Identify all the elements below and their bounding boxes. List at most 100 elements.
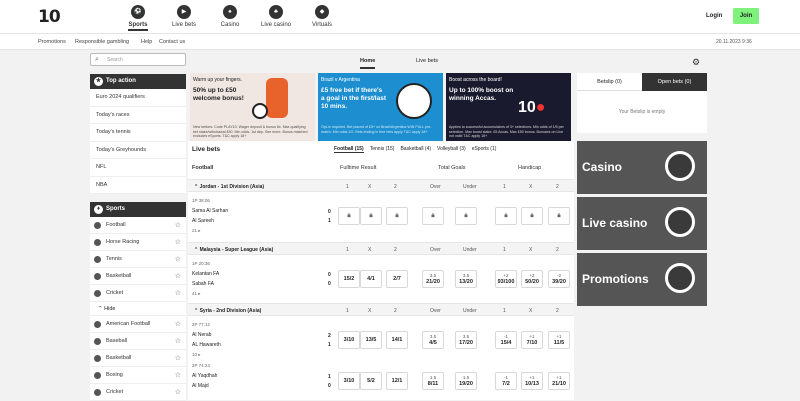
- odds-value: 7/2: [502, 381, 510, 387]
- odds-button[interactable]: +1 7/10: [521, 331, 543, 349]
- sport-item-basketball[interactable]: Basketball ☆: [90, 268, 186, 285]
- promo-promotions[interactable]: Promotions: [577, 253, 707, 306]
- star-icon[interactable]: ☆: [175, 234, 181, 251]
- odds-button[interactable]: 12/1: [386, 372, 408, 390]
- star-icon[interactable]: ☆: [175, 384, 181, 401]
- odds-button[interactable]: +2 50/20: [521, 270, 543, 288]
- star-icon[interactable]: ☆: [175, 217, 181, 234]
- sport-item-baseball[interactable]: Baseball ☆: [90, 333, 186, 350]
- competition-header[interactable]: ⌃ Jordan - 1st Division (Asia) 1 X 2 Over Und…: [188, 179, 574, 192]
- sport-item-basketball-2[interactable]: Basketball ☆: [90, 350, 186, 367]
- banner-welcome-bonus[interactable]: Warm up your fingers. 50% up to £50 welc…: [190, 73, 315, 141]
- sport-item-horse-racing[interactable]: Horse Racing ☆: [90, 234, 186, 251]
- odds-button[interactable]: 2/7: [386, 270, 408, 288]
- tab-betslip[interactable]: Betslip (0): [577, 73, 642, 91]
- odds-column-head: 1: [503, 184, 506, 190]
- tab-open-bets[interactable]: Open bets (0): [642, 73, 707, 91]
- sport-item-football[interactable]: Football ☆: [90, 217, 186, 234]
- top-action-item[interactable]: Today's races: [90, 107, 186, 124]
- nav-casino[interactable]: ♠ Casino: [207, 3, 253, 28]
- odds-button[interactable]: 13/5: [360, 331, 382, 349]
- odds-button[interactable]: 🔒︎: [455, 207, 477, 225]
- competition-header[interactable]: ⌃ Malaysia - Super League (Asia) 1 X 2 Over U…: [188, 242, 574, 255]
- star-icon[interactable]: ☆: [175, 251, 181, 268]
- link-contact[interactable]: Contact us: [159, 39, 185, 45]
- odds-button[interactable]: 5/2: [360, 372, 382, 390]
- join-button[interactable]: Join: [733, 8, 759, 24]
- star-icon[interactable]: ☆: [175, 333, 181, 350]
- odds-button[interactable]: +1 11/5: [548, 331, 570, 349]
- tab-volleyball[interactable]: Volleyball (3): [437, 146, 466, 153]
- sport-item-cricket-2[interactable]: Cricket ☆: [90, 384, 186, 401]
- top-action-item[interactable]: NFL: [90, 159, 186, 177]
- promo-live-casino[interactable]: Live casino: [577, 197, 707, 250]
- nav-live-casino[interactable]: ♣ Live casino: [253, 3, 299, 28]
- odds-button[interactable]: 3/10: [338, 372, 360, 390]
- nav-virtuals[interactable]: ◆ Virtuals: [299, 3, 345, 28]
- casino-icon: ♠: [223, 5, 237, 19]
- odds-button[interactable]: 3/10: [338, 331, 360, 349]
- star-icon[interactable]: ☆: [175, 268, 181, 285]
- tab-football[interactable]: Football (15): [334, 146, 364, 153]
- odds-button[interactable]: 🔒︎: [521, 207, 543, 225]
- odds-button[interactable]: 🔒︎: [548, 207, 570, 225]
- odds-button[interactable]: 🔒︎: [422, 207, 444, 225]
- star-icon[interactable]: ☆: [175, 367, 181, 384]
- competition-header[interactable]: ⌃ Syria - 2nd Division (Asia) 1 X 2 Over Unde…: [188, 303, 574, 316]
- odds-button[interactable]: 3.5 13/20: [455, 270, 477, 288]
- search-input[interactable]: ⌕ Search: [90, 53, 186, 66]
- banner-free-bet[interactable]: Brazil v Argentina £5 free bet if there'…: [318, 73, 443, 141]
- login-link[interactable]: Login: [706, 13, 722, 19]
- brand-logo[interactable]: 10: [38, 7, 66, 27]
- odds-button[interactable]: 3.5 4/5: [422, 331, 444, 349]
- tab-tennis[interactable]: Tennis (15): [370, 146, 395, 153]
- top-action-item[interactable]: NBA: [90, 177, 186, 194]
- home-score: 2: [328, 333, 331, 339]
- odds-button[interactable]: 🔒︎: [338, 207, 360, 225]
- gear-icon[interactable]: ⚙: [692, 57, 700, 68]
- star-icon[interactable]: ☆: [175, 316, 181, 333]
- link-help[interactable]: Help: [141, 39, 152, 45]
- odds-button[interactable]: 3.5 21/20: [422, 270, 444, 288]
- link-promotions[interactable]: Promotions: [38, 39, 66, 45]
- sport-item-cricket[interactable]: Cricket ☆: [90, 285, 186, 302]
- odds-button[interactable]: 🔒︎: [360, 207, 382, 225]
- odds-button[interactable]: 15/2: [338, 270, 360, 288]
- tab-esports[interactable]: eSports (1): [472, 146, 497, 153]
- top-action-item[interactable]: Euro 2024 qualifiers: [90, 89, 186, 107]
- odds-button[interactable]: 🔒︎: [386, 207, 408, 225]
- odds-button[interactable]: +2 93/100: [495, 270, 517, 288]
- sport-item-american-football[interactable]: American Football ☆: [90, 316, 186, 333]
- banner-acca-boost[interactable]: Boost across the board! Up to 100% boost…: [446, 73, 571, 141]
- odds-button[interactable]: 4/1: [360, 270, 382, 288]
- odds-button[interactable]: 14/1: [386, 331, 408, 349]
- search-icon: ⌕: [95, 56, 99, 63]
- star-icon[interactable]: ☆: [175, 285, 181, 302]
- odds-value: 7/10: [526, 340, 538, 346]
- tab-basketball[interactable]: Basketball (4): [400, 146, 431, 153]
- odds-button[interactable]: -2 39/20: [548, 270, 570, 288]
- odds-button[interactable]: 1.5 19/20: [455, 372, 477, 390]
- match-clock: 2P 74:24: [192, 363, 210, 368]
- hide-toggle[interactable]: ⌃ Hide: [90, 302, 186, 316]
- sport-item-tennis[interactable]: Tennis ☆: [90, 251, 186, 268]
- odds-button[interactable]: 3.5 17/20: [455, 331, 477, 349]
- odds-button[interactable]: 🔒︎: [495, 207, 517, 225]
- odds-button[interactable]: +1 21/10: [548, 372, 570, 390]
- nav-live-bets[interactable]: ▶ Live bets: [161, 3, 207, 28]
- nav-sports[interactable]: ⚽ Sports: [115, 3, 161, 31]
- top-action-item[interactable]: Today's Greyhounds: [90, 142, 186, 159]
- sport-filter-tabs: Football (15) Tennis (15) Basketball (4)…: [334, 146, 496, 153]
- odds-button[interactable]: -1 7/2: [495, 372, 517, 390]
- star-icon[interactable]: ☆: [175, 350, 181, 367]
- top-action-item[interactable]: Today's tennis: [90, 124, 186, 142]
- promo-casino[interactable]: Casino: [577, 141, 707, 194]
- tab-home[interactable]: Home: [360, 58, 376, 69]
- odds-value: 39/20: [552, 279, 566, 285]
- odds-button[interactable]: +1 10/13: [521, 372, 543, 390]
- link-responsible-gambling[interactable]: Responsible gambling: [75, 39, 129, 45]
- sport-item-boxing[interactable]: Boxing ☆: [90, 367, 186, 384]
- odds-button[interactable]: -1 15/4: [495, 331, 517, 349]
- odds-button[interactable]: 1.5 8/11: [422, 372, 444, 390]
- tab-live-bets[interactable]: Live bets: [416, 58, 438, 64]
